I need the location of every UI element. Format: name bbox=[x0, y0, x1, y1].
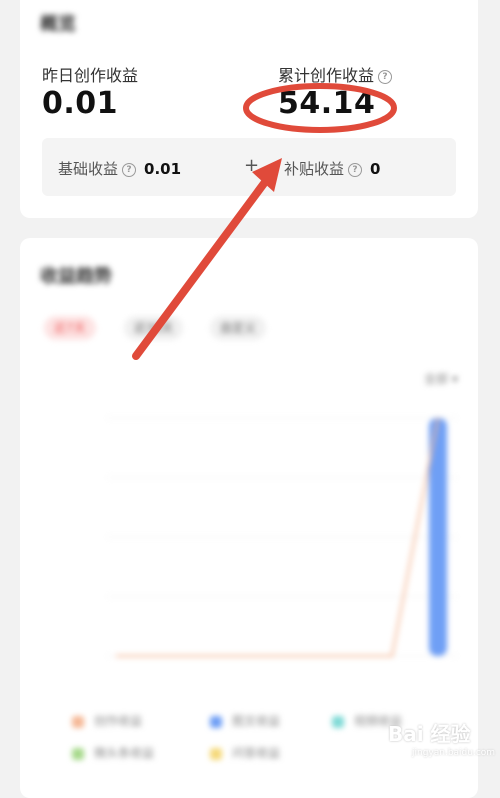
tab-30-days[interactable]: 近30天 bbox=[124, 316, 184, 340]
total-earnings-label-text: 累计创作收益 bbox=[278, 66, 375, 85]
legend-item: 问答收益 bbox=[210, 744, 280, 761]
overview-title: 概览 bbox=[40, 14, 76, 35]
plus-sign: + bbox=[244, 155, 260, 176]
legend-swatch bbox=[332, 715, 344, 728]
legend-label: 图文收益 bbox=[232, 714, 281, 728]
help-icon[interactable]: ? bbox=[378, 69, 393, 84]
filter-label: 全部 bbox=[424, 372, 449, 386]
legend-label: 创作收益 bbox=[94, 714, 143, 728]
basic-earnings: 基础收益? 0.01 bbox=[58, 158, 181, 179]
earnings-chart bbox=[106, 417, 458, 657]
legend-item: 图文收益 bbox=[210, 712, 280, 729]
overview-card: 概览 昨日创作收益 0.01 累计创作收益? 54.14 基础收益? 0.01 +… bbox=[20, 0, 478, 218]
legend-item: 微头条收益 bbox=[72, 744, 154, 761]
legend-swatch bbox=[210, 747, 222, 760]
legend-swatch bbox=[72, 715, 84, 728]
total-earnings-value: 54.14 bbox=[278, 86, 376, 121]
trend-card: 收益趋势 近7天 近30天 自定义 全部 ▾ 创作收益 图文收益 视频收益 微头… bbox=[20, 238, 478, 798]
earnings-breakdown: 基础收益? 0.01 + 补贴收益? 0 bbox=[42, 138, 456, 196]
trend-title: 收益趋势 bbox=[40, 266, 112, 287]
legend-swatch bbox=[72, 747, 84, 760]
subsidy-earnings: 补贴收益? 0 bbox=[284, 158, 380, 179]
legend-label: 问答收益 bbox=[232, 746, 281, 760]
yesterday-earnings-label-text: 昨日创作收益 bbox=[42, 66, 139, 85]
basic-earnings-label: 基础收益 bbox=[58, 160, 119, 178]
help-icon[interactable]: ? bbox=[122, 162, 137, 177]
basic-earnings-value: 0.01 bbox=[144, 160, 182, 178]
tab-custom[interactable]: 自定义 bbox=[210, 316, 267, 340]
legend-label: 微头条收益 bbox=[94, 746, 155, 760]
subsidy-earnings-value: 0 bbox=[370, 160, 381, 178]
watermark-logo: Bai 经验 bbox=[388, 722, 471, 746]
subsidy-earnings-label: 补贴收益 bbox=[284, 160, 345, 178]
yesterday-earnings-label: 昨日创作收益 bbox=[42, 62, 138, 86]
legend-swatch bbox=[210, 715, 222, 728]
watermark-url: jingyan.baidu.com bbox=[412, 748, 496, 758]
help-icon[interactable]: ? bbox=[348, 162, 363, 177]
tab-7-days[interactable]: 近7天 bbox=[44, 316, 96, 340]
legend-item: 创作收益 bbox=[72, 712, 142, 729]
filter-dropdown[interactable]: 全部 ▾ bbox=[424, 370, 458, 387]
total-earnings-label: 累计创作收益? bbox=[278, 62, 393, 86]
yesterday-earnings-value: 0.01 bbox=[42, 86, 119, 121]
